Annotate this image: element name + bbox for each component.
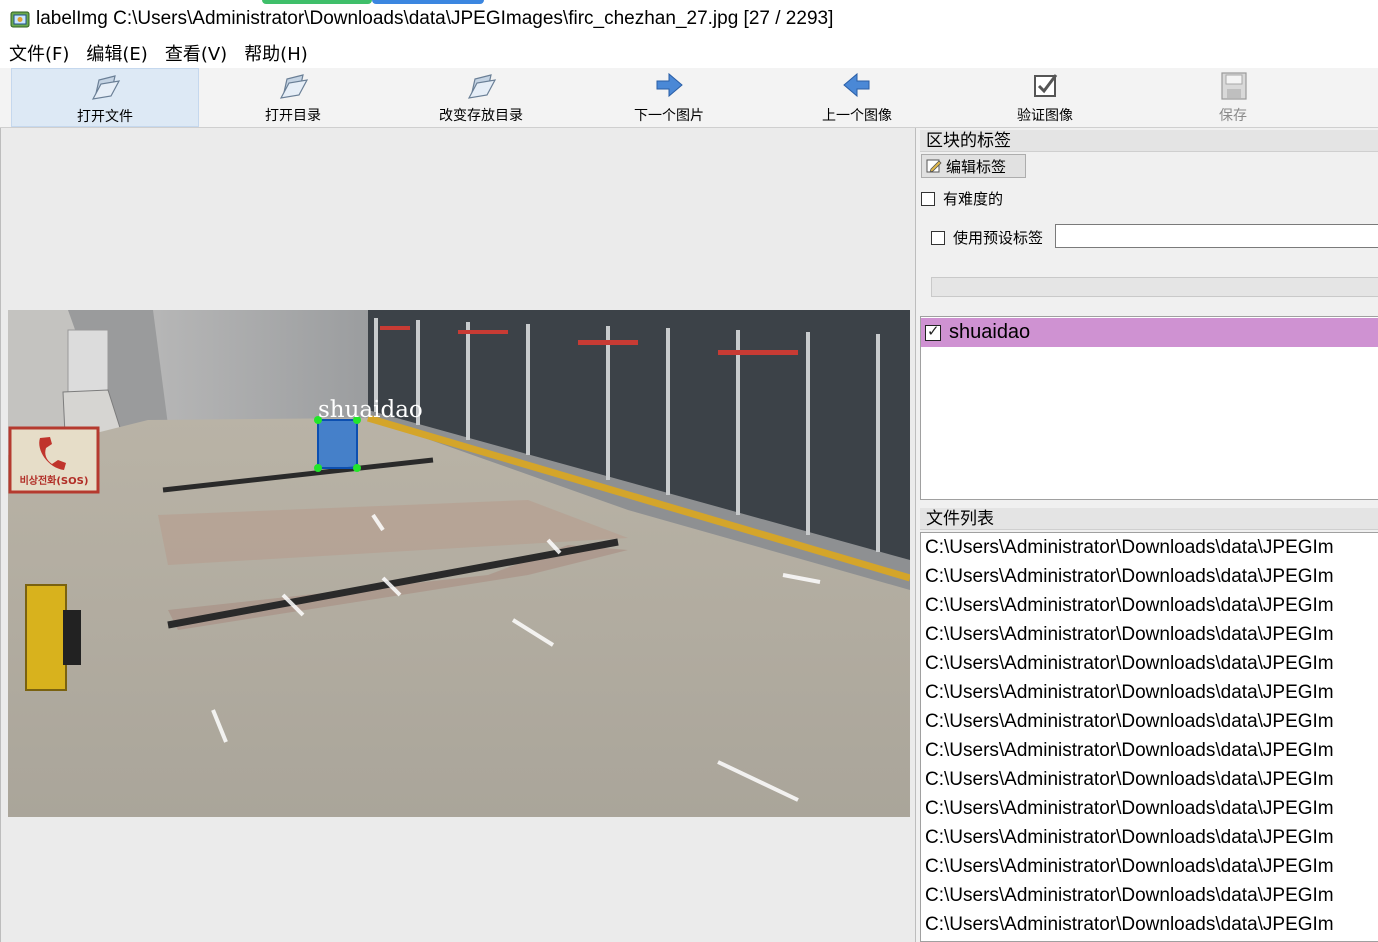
file-list-item[interactable]: C:\Users\Administrator\Downloads\data\JP… bbox=[921, 881, 1378, 910]
save-button[interactable]: 保存 bbox=[1139, 68, 1327, 127]
arrow-right-icon bbox=[656, 72, 683, 98]
open-folder-icon bbox=[91, 75, 121, 100]
edit-pencil-icon bbox=[926, 159, 942, 173]
use-default-label-checkbox[interactable] bbox=[931, 230, 945, 245]
file-list-title: 文件列表 bbox=[920, 508, 1378, 530]
title-decoration-green bbox=[262, 0, 372, 4]
menu-view[interactable]: 查看(V) bbox=[156, 40, 235, 66]
box-labels-title: 区块的标签 bbox=[920, 130, 1378, 152]
verify-image-button[interactable]: 验证图像 bbox=[951, 68, 1139, 127]
open-dir-button[interactable]: 打开目录 bbox=[199, 68, 387, 127]
sos-sign-text: 비상전화(SOS) bbox=[20, 474, 89, 487]
difficult-checkbox-row[interactable]: 有难度的 bbox=[921, 188, 1003, 209]
label-list[interactable]: shuaidao bbox=[920, 316, 1378, 500]
bbox-handle[interactable] bbox=[314, 464, 322, 472]
bbox-label: shuaidao bbox=[318, 397, 423, 423]
menu-help[interactable]: 帮助(H) bbox=[235, 40, 316, 66]
file-list-item[interactable]: C:\Users\Administrator\Downloads\data\JP… bbox=[921, 736, 1378, 765]
use-default-label-row[interactable]: 使用预设标签 bbox=[931, 227, 1043, 248]
prev-image-label: 上一个图像 bbox=[822, 108, 892, 124]
app-icon bbox=[10, 11, 30, 28]
open-folder-icon bbox=[279, 74, 309, 99]
label-list-item[interactable]: shuaidao bbox=[921, 318, 1378, 347]
arrow-left-icon bbox=[843, 72, 870, 98]
difficult-checkbox[interactable] bbox=[921, 191, 935, 206]
menu-bar: 文件(F) 编辑(E) 查看(V) 帮助(H) bbox=[0, 38, 1378, 68]
annotation-bbox[interactable] bbox=[317, 419, 358, 469]
title-bar: labelImg C:\Users\Administrator\Download… bbox=[0, 0, 1378, 38]
open-dir-label: 打开目录 bbox=[265, 108, 321, 124]
toolbar: 打开文件 打开目录 改变存放目录 下一个图片 上一个图像 验证图像 保存 bbox=[0, 68, 1378, 128]
change-save-dir-label: 改变存放目录 bbox=[439, 108, 523, 124]
edit-label-button[interactable]: 编辑标签 bbox=[921, 154, 1026, 178]
default-label-input[interactable] bbox=[1055, 224, 1378, 248]
right-panel: 区块的标签 编辑标签 有难度的 使用预设标签 shuaidao 文件列表 C:\… bbox=[917, 128, 1378, 942]
next-image-label: 下一个图片 bbox=[634, 108, 704, 124]
file-list-item[interactable]: C:\Users\Administrator\Downloads\data\JP… bbox=[921, 910, 1378, 939]
save-disk-icon bbox=[1221, 72, 1247, 100]
file-list-item[interactable]: C:\Users\Administrator\Downloads\data\JP… bbox=[921, 533, 1378, 562]
check-box-icon bbox=[1034, 74, 1058, 97]
open-file-label: 打开文件 bbox=[77, 109, 133, 125]
file-list-item[interactable]: C:\Users\Administrator\Downloads\data\JP… bbox=[921, 591, 1378, 620]
window-title: labelImg C:\Users\Administrator\Download… bbox=[36, 8, 834, 29]
bbox-handle[interactable] bbox=[353, 464, 361, 472]
change-save-dir-button[interactable]: 改变存放目录 bbox=[387, 68, 575, 127]
open-folder-icon bbox=[467, 74, 497, 99]
edit-label-text: 编辑标签 bbox=[946, 157, 1007, 176]
file-list-item[interactable]: C:\Users\Administrator\Downloads\data\JP… bbox=[921, 852, 1378, 881]
open-file-button[interactable]: 打开文件 bbox=[11, 68, 199, 127]
difficult-label: 有难度的 bbox=[943, 190, 1004, 208]
file-list-item[interactable]: C:\Users\Administrator\Downloads\data\JP… bbox=[921, 765, 1378, 794]
image-canvas[interactable]: 비상전화(SOS) shuaidao bbox=[0, 128, 916, 942]
prev-image-button[interactable]: 上一个图像 bbox=[763, 68, 951, 127]
file-list-item[interactable]: C:\Users\Administrator\Downloads\data\JP… bbox=[921, 562, 1378, 591]
menu-file[interactable]: 文件(F) bbox=[0, 40, 77, 66]
save-label: 保存 bbox=[1219, 108, 1247, 124]
label-list-item-text: shuaidao bbox=[949, 321, 1031, 343]
label-filter-combo[interactable] bbox=[931, 277, 1378, 297]
file-list-item[interactable]: C:\Users\Administrator\Downloads\data\JP… bbox=[921, 620, 1378, 649]
file-list-item[interactable]: C:\Users\Administrator\Downloads\data\JP… bbox=[921, 707, 1378, 736]
menu-edit[interactable]: 编辑(E) bbox=[77, 40, 155, 66]
file-list-item[interactable]: C:\Users\Administrator\Downloads\data\JP… bbox=[921, 649, 1378, 678]
label-visibility-checkbox[interactable] bbox=[925, 322, 941, 341]
use-default-label-text: 使用预设标签 bbox=[953, 229, 1044, 247]
title-decoration-blue bbox=[372, 0, 484, 4]
file-list[interactable]: C:\Users\Administrator\Downloads\data\JP… bbox=[920, 532, 1378, 942]
file-list-item[interactable]: C:\Users\Administrator\Downloads\data\JP… bbox=[921, 678, 1378, 707]
file-list-item[interactable]: C:\Users\Administrator\Downloads\data\JP… bbox=[921, 794, 1378, 823]
next-image-button[interactable]: 下一个图片 bbox=[575, 68, 763, 127]
subway-platform-image[interactable]: 비상전화(SOS) shuaidao bbox=[8, 310, 910, 817]
verify-image-label: 验证图像 bbox=[1017, 108, 1073, 124]
file-list-item[interactable]: C:\Users\Administrator\Downloads\data\JP… bbox=[921, 823, 1378, 852]
